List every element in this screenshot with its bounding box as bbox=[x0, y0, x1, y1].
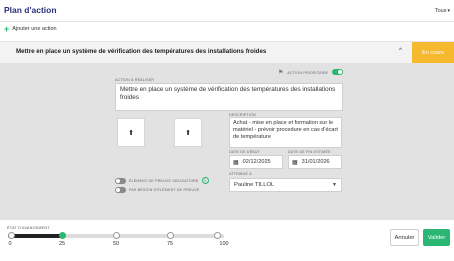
calendar-icon: ▦ bbox=[233, 159, 239, 166]
filter-label: Tous bbox=[434, 8, 447, 14]
info-icon[interactable]: i bbox=[201, 177, 209, 184]
page-header: Plan d'action Tous▾ bbox=[0, 0, 454, 22]
plus-icon: + bbox=[4, 24, 10, 34]
upload-photo-button-2[interactable]: ⬆ bbox=[174, 118, 202, 147]
status-badge: En cours bbox=[412, 42, 454, 64]
start-date-input[interactable]: ▦ 02/12/2025 bbox=[229, 155, 283, 169]
action-textarea[interactable]: Mettre en place un système de vérificati… bbox=[115, 83, 343, 111]
action-label: ACTION À RÉALISER bbox=[115, 78, 155, 82]
chevron-down-icon: ▼ bbox=[332, 182, 337, 188]
start-date-label: DATE DE DÉBUT bbox=[229, 150, 261, 154]
upload-icon: ⬆ bbox=[128, 129, 134, 137]
progress-tick-label: 75 bbox=[166, 241, 174, 247]
priority-toggle[interactable] bbox=[332, 69, 343, 75]
progress-step-25[interactable] bbox=[58, 232, 66, 239]
priority-toggle-row: ⚑ ACTION PRIORITAIRE bbox=[278, 69, 328, 76]
description-textarea[interactable]: Achat - mise en place et formation sur l… bbox=[229, 117, 342, 148]
progress-step-50[interactable] bbox=[112, 232, 120, 239]
progress-tick-label: 0 bbox=[8, 241, 12, 247]
progress-tick-label: 50 bbox=[112, 241, 120, 247]
priority-icon: ⚑ bbox=[278, 70, 284, 76]
action-row[interactable]: Mettre en place un système de vérificati… bbox=[0, 41, 454, 64]
progress-step-75[interactable] bbox=[166, 232, 174, 239]
proof-required-row: ÉLÉMENT DE PREUVE OBLIGATOIRE i bbox=[115, 177, 209, 184]
add-action-label: Ajouter une action bbox=[12, 26, 57, 32]
start-date-value: 02/12/2025 bbox=[242, 159, 271, 165]
end-date-label: DATE DE FIN ESTIMÉE bbox=[288, 150, 331, 154]
assigned-value: Pauline TILLOL bbox=[234, 182, 275, 188]
page-title: Plan d'action bbox=[4, 5, 57, 15]
progress-label: ÉTAT D'AVANCEMENT bbox=[7, 226, 50, 230]
filter-dropdown[interactable]: Tous▾ bbox=[435, 8, 450, 14]
progress-fill bbox=[8, 234, 62, 238]
no-proof-row: PAS BESOIN D'ÉLÉMENT DE PREUVE bbox=[115, 187, 199, 193]
end-date-value: 31/01/2026 bbox=[301, 159, 330, 165]
assigned-label: ATTRIBUÉ À bbox=[229, 172, 252, 176]
add-action-button[interactable]: + Ajouter une action bbox=[4, 24, 57, 34]
collapse-icon[interactable]: ^ bbox=[399, 48, 402, 54]
cancel-button[interactable]: Annuler bbox=[390, 229, 419, 246]
assigned-select[interactable]: Pauline TILLOL ▼ bbox=[229, 178, 342, 192]
action-title: Mettre en place un système de vérificati… bbox=[16, 48, 267, 55]
end-date-input[interactable]: ▦ 31/01/2026 bbox=[288, 155, 342, 169]
no-proof-label: PAS BESOIN D'ÉLÉMENT DE PREUVE bbox=[129, 188, 200, 192]
calendar-icon: ▦ bbox=[292, 159, 298, 166]
no-proof-toggle[interactable] bbox=[115, 187, 126, 193]
progress-step-100[interactable] bbox=[213, 232, 221, 239]
chevron-down-icon: ▾ bbox=[447, 8, 450, 14]
progress-step-0[interactable] bbox=[8, 232, 15, 239]
upload-icon: ⬆ bbox=[185, 129, 191, 137]
progress-tick-label: 100 bbox=[219, 241, 229, 247]
upload-photo-button-1[interactable]: ⬆ bbox=[117, 118, 145, 147]
save-button[interactable]: Valider bbox=[423, 229, 450, 246]
priority-label: ACTION PRIORITAIRE bbox=[287, 70, 329, 75]
proof-required-label: ÉLÉMENT DE PREUVE OBLIGATOIRE bbox=[129, 178, 199, 183]
progress-tick-label: 25 bbox=[58, 241, 66, 247]
proof-required-toggle[interactable] bbox=[115, 177, 126, 184]
